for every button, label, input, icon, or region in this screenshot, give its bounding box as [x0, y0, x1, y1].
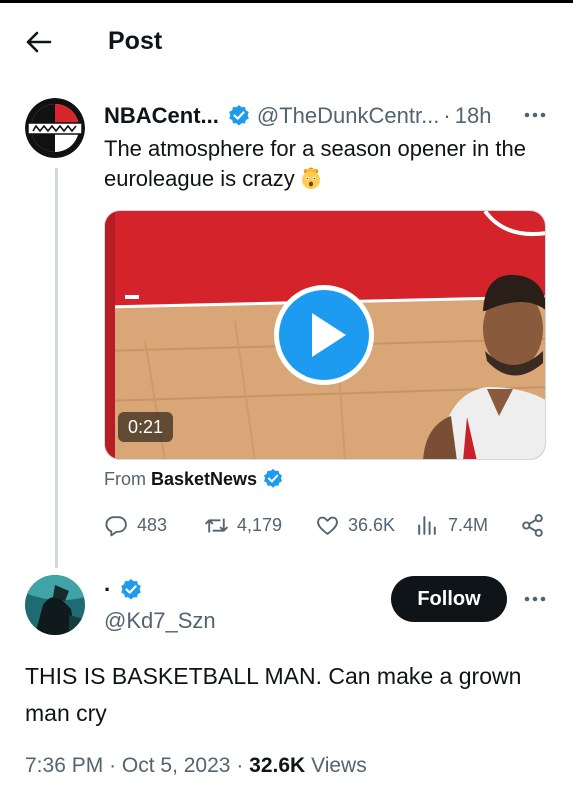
views-button[interactable]: 7.4M [415, 510, 488, 540]
video-duration: 0:21 [118, 412, 174, 442]
action-bar: 483 4,179 36.6K 7.4M [104, 510, 550, 540]
post-time[interactable]: 7:36 PM [25, 754, 103, 777]
reply-author: · [104, 577, 149, 603]
play-button-icon[interactable] [272, 283, 376, 387]
back-button[interactable] [22, 25, 56, 59]
like-count: 36.6K [348, 514, 396, 535]
share-icon [522, 513, 543, 537]
post-meta: 7:36 PM · Oct 5, 2023 · 32.6K Views [25, 754, 367, 778]
from-label: From [104, 468, 146, 489]
views-chart-icon [418, 515, 436, 535]
avatar[interactable] [25, 575, 85, 635]
from-source-name[interactable]: BasketNews [151, 469, 257, 490]
header: Post [0, 3, 573, 75]
page-title: Post [108, 27, 163, 55]
retweet-icon [205, 517, 228, 533]
retweet-button[interactable]: 4,179 [204, 510, 282, 540]
reply-icon [105, 515, 127, 536]
thread-line [55, 168, 58, 568]
more-options-icon[interactable] [521, 103, 549, 127]
author-name[interactable]: NBACent... [104, 103, 219, 129]
follow-button[interactable]: Follow [391, 576, 507, 622]
retweet-count: 4,179 [237, 514, 283, 535]
separator: · [109, 754, 117, 777]
share-button[interactable] [520, 510, 553, 540]
author-handle[interactable]: @TheDunkCentr... [257, 103, 440, 129]
post-view-count: 32.6K [249, 754, 306, 777]
tweet-text: The atmosphere for a season opener in th… [104, 134, 554, 194]
avatar[interactable] [25, 98, 85, 158]
heart-icon [317, 516, 338, 535]
like-button[interactable]: 36.6K [315, 510, 395, 540]
separator: · [236, 754, 244, 777]
reply-count: 483 [137, 514, 168, 535]
media-source[interactable]: From BasketNews [104, 468, 284, 490]
reply-text: THIS IS BASKETBALL MAN. Can make a grown… [25, 663, 522, 726]
arrow-left-icon [26, 31, 52, 53]
view-count: 7.4M [448, 514, 489, 535]
separator: · [443, 103, 451, 128]
profile-photo [25, 575, 85, 635]
reply-button[interactable]: 483 [104, 510, 167, 540]
verified-badge-icon[interactable] [119, 578, 143, 602]
verified-badge-icon [264, 468, 283, 488]
tweet-header: NBACent... @TheDunkCentr... · 18h [104, 101, 550, 131]
post-date[interactable]: Oct 5, 2023 [122, 754, 231, 777]
more-options-icon[interactable] [521, 587, 549, 611]
reply-author-name[interactable]: · [104, 577, 111, 603]
reply-author-handle[interactable]: @Kd7_Szn [104, 608, 216, 634]
nba-central-logo [25, 98, 85, 158]
timestamp[interactable]: 18h [455, 103, 492, 129]
post-views-label: Views [311, 754, 367, 777]
exploding-head-emoji-icon [301, 167, 320, 189]
verified-badge-icon[interactable] [227, 104, 251, 128]
